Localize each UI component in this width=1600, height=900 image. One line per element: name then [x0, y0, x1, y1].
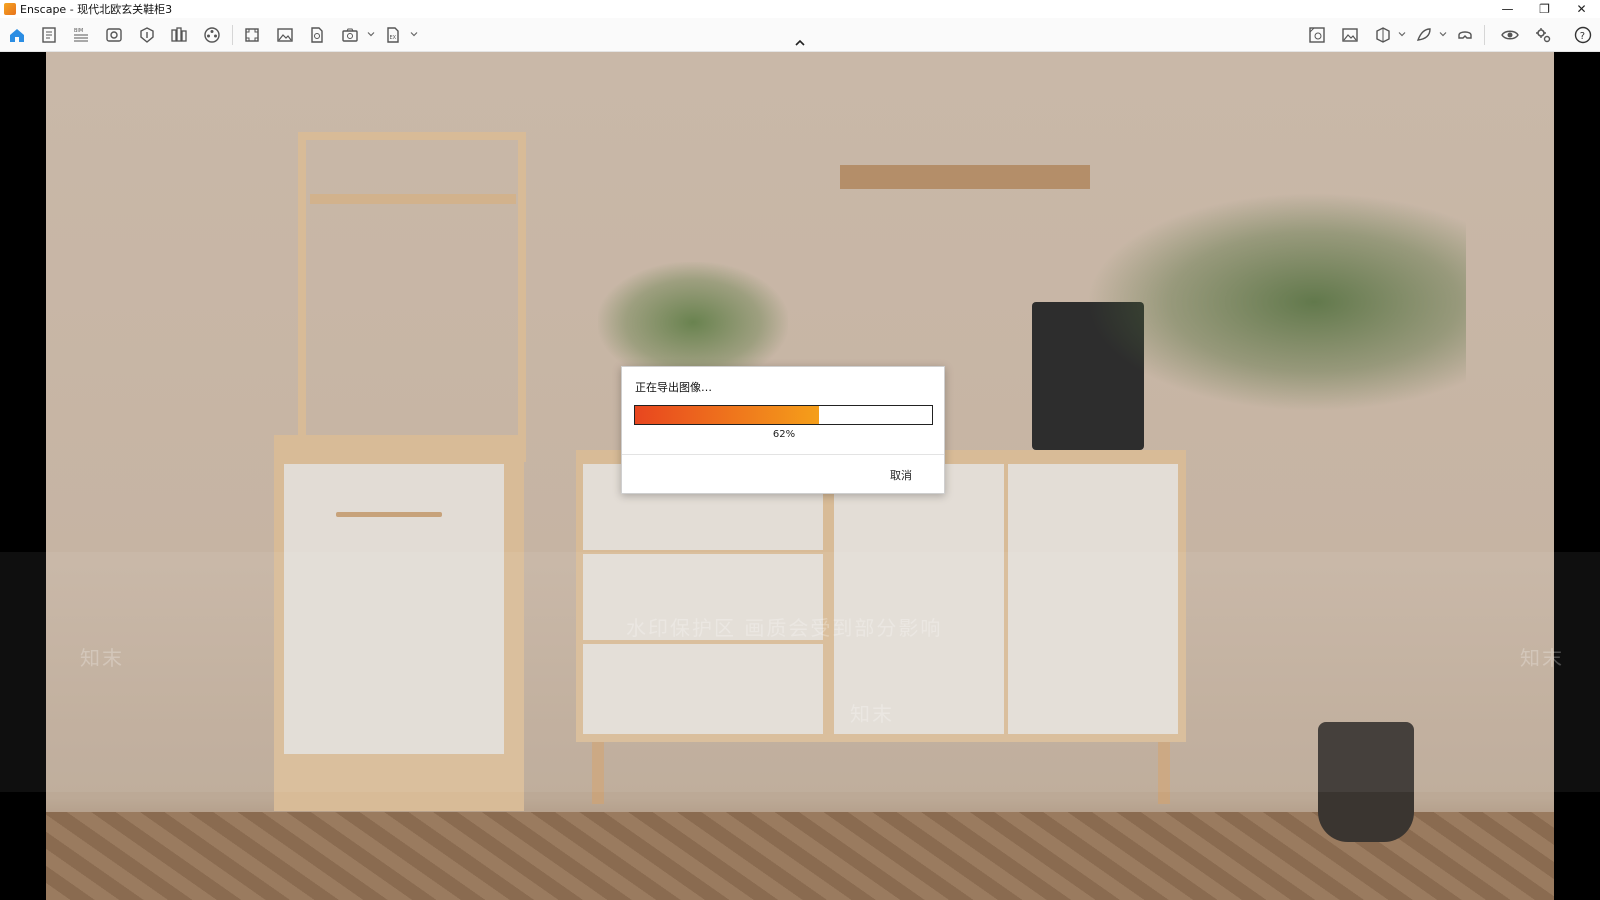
enscape-logo-icon: [4, 3, 16, 15]
coat-rack: [298, 132, 526, 462]
bim-icon[interactable]: BIM: [70, 24, 92, 46]
batch-render-icon[interactable]: [241, 24, 263, 46]
window-title: Enscape - 现代北欧玄关鞋柜3: [20, 3, 173, 16]
settings-icon[interactable]: [1532, 24, 1554, 46]
watermark-text: 水印保护区 画质会受到部分影响: [626, 616, 943, 640]
toolbar-separator: [232, 25, 233, 45]
wall-hook-rail: [840, 165, 1090, 189]
help-icon[interactable]: ?: [1572, 24, 1594, 46]
chevron-down-icon[interactable]: [1398, 30, 1406, 38]
progress-percent-label: 62%: [772, 429, 796, 440]
potted-shrub: [598, 262, 788, 372]
export-progress-fill: [635, 406, 820, 424]
feedback-icon[interactable]: [1413, 24, 1435, 46]
chevron-down-icon[interactable]: [1439, 30, 1447, 38]
main-toolbar: BIM EX ?: [0, 18, 1600, 52]
screenshot-icon[interactable]: [274, 24, 296, 46]
window-controls: — ❐ ✕: [1489, 0, 1600, 18]
export-progress-bar: [634, 405, 933, 425]
svg-text:?: ?: [1580, 31, 1585, 42]
minimize-button[interactable]: —: [1489, 0, 1526, 18]
image-settings-icon[interactable]: [1339, 24, 1361, 46]
title-bar: Enscape - 现代北欧玄关鞋柜3 — ❐ ✕: [0, 0, 1600, 18]
dialog-divider: [622, 454, 944, 455]
home-icon[interactable]: [6, 24, 28, 46]
section-icon[interactable]: [1372, 24, 1394, 46]
tall-cabinet-handle: [336, 512, 442, 517]
close-button[interactable]: ✕: [1563, 0, 1600, 18]
chevron-down-icon[interactable]: [367, 30, 375, 38]
palm-plant-leaves: [1086, 192, 1466, 412]
export-progress-dialog: 正在导出图像… 62% 取消: [621, 366, 945, 494]
watermark-logo: 知末: [80, 646, 124, 670]
chevron-down-icon[interactable]: [410, 30, 418, 38]
asset-icon[interactable]: [136, 24, 158, 46]
svg-text:BIM: BIM: [74, 28, 83, 34]
vr-headset-icon[interactable]: [1454, 24, 1476, 46]
material-editor-icon[interactable]: [1306, 24, 1328, 46]
coat-rack-hook-bar: [310, 194, 516, 204]
export-standalone-icon[interactable]: [339, 24, 361, 46]
cancel-button[interactable]: 取消: [890, 467, 912, 483]
collapse-toolbar-chevron-icon[interactable]: [794, 39, 806, 47]
export-file-icon[interactable]: EX: [382, 24, 404, 46]
watermark-logo: 知末: [850, 702, 894, 726]
dialog-title: 正在导出图像…: [635, 381, 712, 394]
video-editor-icon[interactable]: [201, 24, 223, 46]
toolbar-separator: [1484, 25, 1485, 45]
library-icon[interactable]: [168, 24, 190, 46]
view-icon[interactable]: [103, 24, 125, 46]
svg-text:EX: EX: [390, 35, 397, 41]
visibility-icon[interactable]: [1499, 24, 1521, 46]
watermark-band: [0, 552, 1600, 792]
panorama-icon[interactable]: [306, 24, 328, 46]
restore-button[interactable]: ❐: [1526, 0, 1563, 18]
document-icon[interactable]: [38, 24, 60, 46]
watermark-logo: 知末: [1520, 646, 1564, 670]
